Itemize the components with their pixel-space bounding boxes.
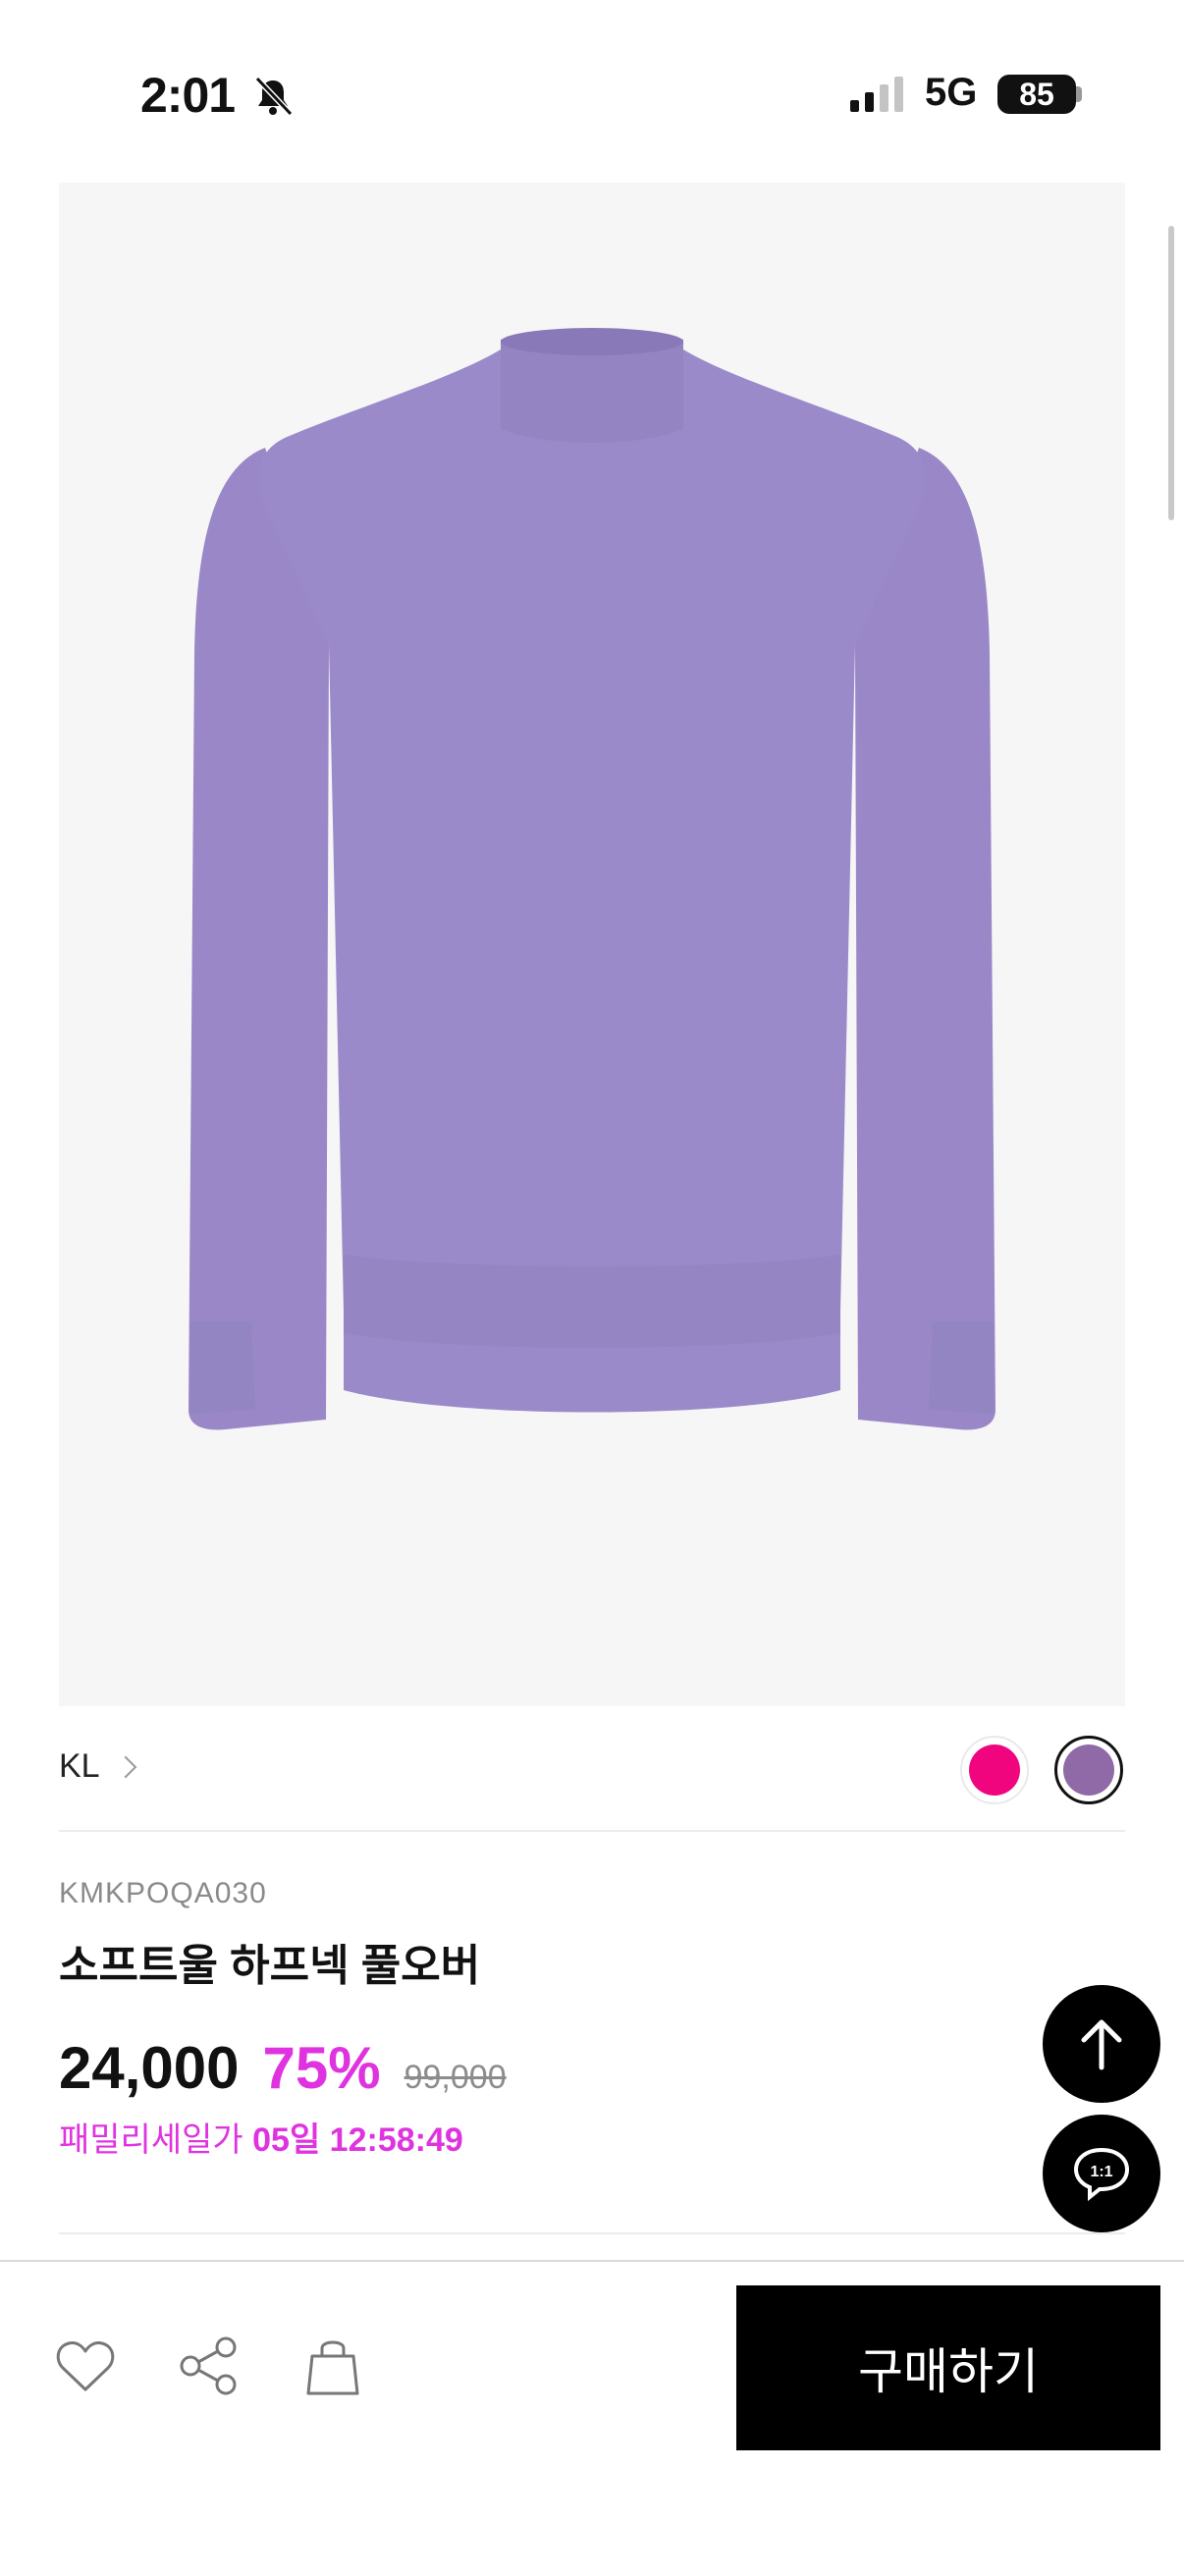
scrollbar[interactable] [1168,226,1174,520]
brand-name: KL [59,1747,100,1785]
color-swatch-pink[interactable] [960,1736,1029,1804]
sweater-illustration [188,328,996,1430]
color-dot [1063,1744,1114,1796]
heart-icon [56,2341,115,2391]
price-row: 24,000 75% 99,000 [59,2034,507,2102]
color-dot [969,1744,1020,1796]
product-name: 소프트울 하프넥 풀오버 [59,1942,481,1990]
original-price: 99,000 [404,2059,507,2096]
battery-indicator: 85 [997,75,1076,114]
battery-tip [1076,86,1082,102]
chat-icon: 1:1 [1073,2147,1130,2202]
silent-bell-icon [254,76,294,117]
arrow-up-icon [1081,2019,1122,2070]
scroll-top-button[interactable] [1043,1985,1160,2103]
share-icon [180,2336,237,2395]
chat-button[interactable]: 1:1 [1043,2115,1160,2232]
buy-button[interactable]: 구매하기 [736,2285,1160,2450]
status-time: 2:01 [140,68,236,123]
divider [59,2232,1125,2234]
sale-timer-line: 패밀리세일가 05일 12:58:49 [59,2113,463,2161]
signal-icon [850,77,903,112]
sale-label: 패밀리세일가 [59,2121,243,2159]
sale-price: 24,000 [59,2035,240,2101]
divider [59,1830,1125,1832]
brand-link[interactable]: KL [59,1747,136,1786]
discount-rate: 75% [262,2035,381,2101]
chevron-right-icon [114,1755,136,1778]
cart-button[interactable] [298,2332,367,2400]
product-image[interactable] [59,183,1125,1706]
share-button[interactable] [175,2332,243,2400]
sale-timer: 05일 12:58:49 [252,2121,463,2159]
network-type: 5G [925,71,978,114]
wishlist-button[interactable] [51,2332,120,2400]
product-code: KMKPOQA030 [59,1877,267,1909]
shopping-bag-icon [306,2340,359,2395]
chat-icon-label: 1:1 [1090,2164,1112,2180]
color-swatch-purple[interactable] [1054,1736,1123,1804]
